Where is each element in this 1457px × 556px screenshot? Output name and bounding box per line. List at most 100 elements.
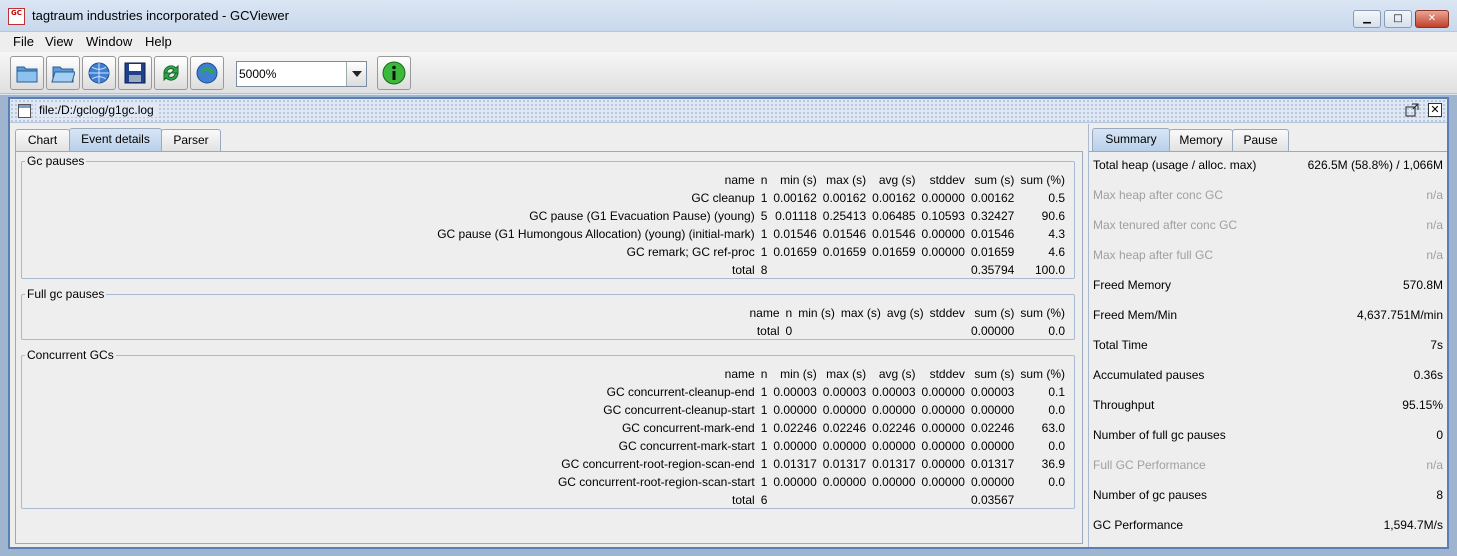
cell: 0.00003 (773, 385, 817, 399)
summary-row: Accumulated pauses 0.36s (1093, 366, 1443, 386)
cell: 0.01317 (822, 457, 867, 471)
summary-row: Max heap after full GC n/a (1093, 246, 1443, 266)
cell: 0.35794 (970, 263, 1015, 277)
save-button[interactable] (118, 56, 152, 90)
tab-chart[interactable]: Chart (15, 129, 70, 151)
table-header-row: name n min (s) max (s) avg (s) stddev su… (555, 365, 1068, 383)
table-total-row: total 8 0.35794 100.0 (434, 261, 1068, 279)
cell: GC concurrent-mark-start (618, 439, 755, 453)
cell: 0.00000 (872, 439, 916, 453)
cell: 0.32427 (970, 209, 1015, 223)
gc-pauses-title: Gc pauses (25, 154, 87, 168)
watch-icon (196, 62, 218, 84)
summary-value: 1,594.7M/s (1383, 518, 1443, 532)
summary-row: Freed Memory 570.8M (1093, 276, 1443, 296)
summary-label: GC Performance (1093, 518, 1184, 532)
refresh-button[interactable] (154, 56, 188, 90)
cell (869, 261, 918, 279)
table-row: GC concurrent-root-region-scan-end 1 0.013… (555, 455, 1068, 473)
summary-label: Freed Mem/Min (1093, 308, 1178, 322)
close-frame-button[interactable]: ✕ (1428, 103, 1442, 117)
zoom-dropdown-button[interactable] (346, 62, 366, 86)
tab-summary[interactable]: Summary (1092, 128, 1170, 152)
zoom-combobox[interactable]: 5000% (236, 61, 367, 87)
cell: 8 (760, 263, 768, 277)
tab-pause[interactable]: Pause (1232, 129, 1289, 151)
summary-value: 95.15% (1402, 398, 1443, 412)
cell: total (732, 493, 755, 507)
cell: 0 (785, 324, 793, 338)
summary-value: 4,637.751M/min (1356, 308, 1443, 322)
cell: 0.02246 (773, 421, 817, 435)
table-row: GC concurrent-mark-start 1 0.00000 0.00000 0… (555, 437, 1068, 455)
table-total-row: total 0 0.00000 0.0 (747, 322, 1069, 340)
summary-label: Throughput (1093, 398, 1155, 412)
summary-row: Number of full gc pauses 0 (1093, 426, 1443, 446)
cell: 0.06485 (872, 209, 916, 223)
left-pane: Chart Event details Parser Gc pauses nam… (10, 124, 1087, 547)
cell: 0.01659 (970, 245, 1015, 259)
summary-value: n/a (1426, 248, 1443, 262)
restore-icon (1405, 103, 1419, 117)
cell: GC concurrent-cleanup-end (606, 385, 755, 399)
cell: 0.01659 (773, 245, 817, 259)
menu-bar: File View Window Help (0, 32, 1457, 52)
full-gc-pauses-title: Full gc pauses (25, 287, 107, 301)
menu-window[interactable]: Window (86, 34, 132, 49)
table-header-row: name n min (s) max (s) avg (s) stddev su… (747, 304, 1069, 322)
cell: GC concurrent-mark-end (621, 421, 755, 435)
cell: 0.02246 (872, 421, 916, 435)
col-name: name (724, 173, 755, 187)
open-file-button[interactable] (10, 56, 44, 90)
summary-row: Max heap after conc GC n/a (1093, 186, 1443, 206)
cell: total (756, 324, 780, 338)
document-title: file:/D:/gclog/g1gc.log (36, 103, 157, 117)
cell: 0.00000 (970, 324, 1015, 338)
close-window-button[interactable]: ✕ (1415, 10, 1449, 28)
cell: 100.0 (1034, 263, 1065, 277)
cell: 0.01317 (970, 457, 1015, 471)
tab-memory[interactable]: Memory (1169, 129, 1233, 151)
cell (820, 491, 869, 509)
cell: 0.1 (1048, 385, 1065, 399)
col-stddev: stddev (929, 367, 965, 381)
menu-file[interactable]: File (13, 34, 34, 49)
cell (869, 491, 918, 509)
col-avg: avg (s) (886, 306, 924, 320)
info-button[interactable] (377, 56, 411, 90)
cell (770, 491, 819, 509)
maximize-button[interactable]: □ (1384, 10, 1412, 28)
internal-frame-title-bar[interactable]: file:/D:/gclog/g1gc.log ✕ (10, 99, 1447, 123)
open-folder-button[interactable] (46, 56, 80, 90)
minimize-button[interactable]: ▁ (1353, 10, 1381, 28)
cell: 0.00000 (872, 403, 916, 417)
info-icon (382, 61, 406, 85)
col-min: min (s) (780, 173, 817, 187)
summary-value: n/a (1426, 458, 1443, 472)
cell (884, 322, 927, 340)
menu-help[interactable]: Help (145, 34, 172, 49)
col-max: max (s) (826, 173, 867, 187)
desktop-pane: file:/D:/gclog/g1gc.log ✕ Chart Event de… (0, 95, 1457, 556)
col-max: max (s) (826, 367, 867, 381)
watch-button[interactable] (190, 56, 224, 90)
cell: GC concurrent-cleanup-start (603, 403, 755, 417)
cell: 0.01659 (872, 245, 916, 259)
cell: 1 (760, 227, 768, 241)
col-avg: avg (s) (878, 173, 916, 187)
restore-frame-button[interactable] (1405, 103, 1419, 117)
summary-value: n/a (1426, 218, 1443, 232)
tab-parser[interactable]: Parser (161, 129, 221, 151)
summary-label: Full GC Performance (1093, 458, 1206, 472)
cell: 0.00162 (773, 191, 817, 205)
log-internal-frame: file:/D:/gclog/g1gc.log ✕ Chart Event de… (8, 97, 1449, 549)
cell (927, 322, 968, 340)
cell: 0.01317 (773, 457, 817, 471)
tab-event-details[interactable]: Event details (69, 128, 162, 152)
open-url-button[interactable] (82, 56, 116, 90)
cell: 0.00000 (921, 385, 965, 399)
cell: 0.00000 (822, 475, 867, 489)
full-gc-pauses-group: Full gc pauses name n min (s) max (s) av… (21, 287, 1075, 340)
cell: GC pause (G1 Evacuation Pause) (young) (529, 209, 755, 223)
menu-view[interactable]: View (45, 34, 73, 49)
